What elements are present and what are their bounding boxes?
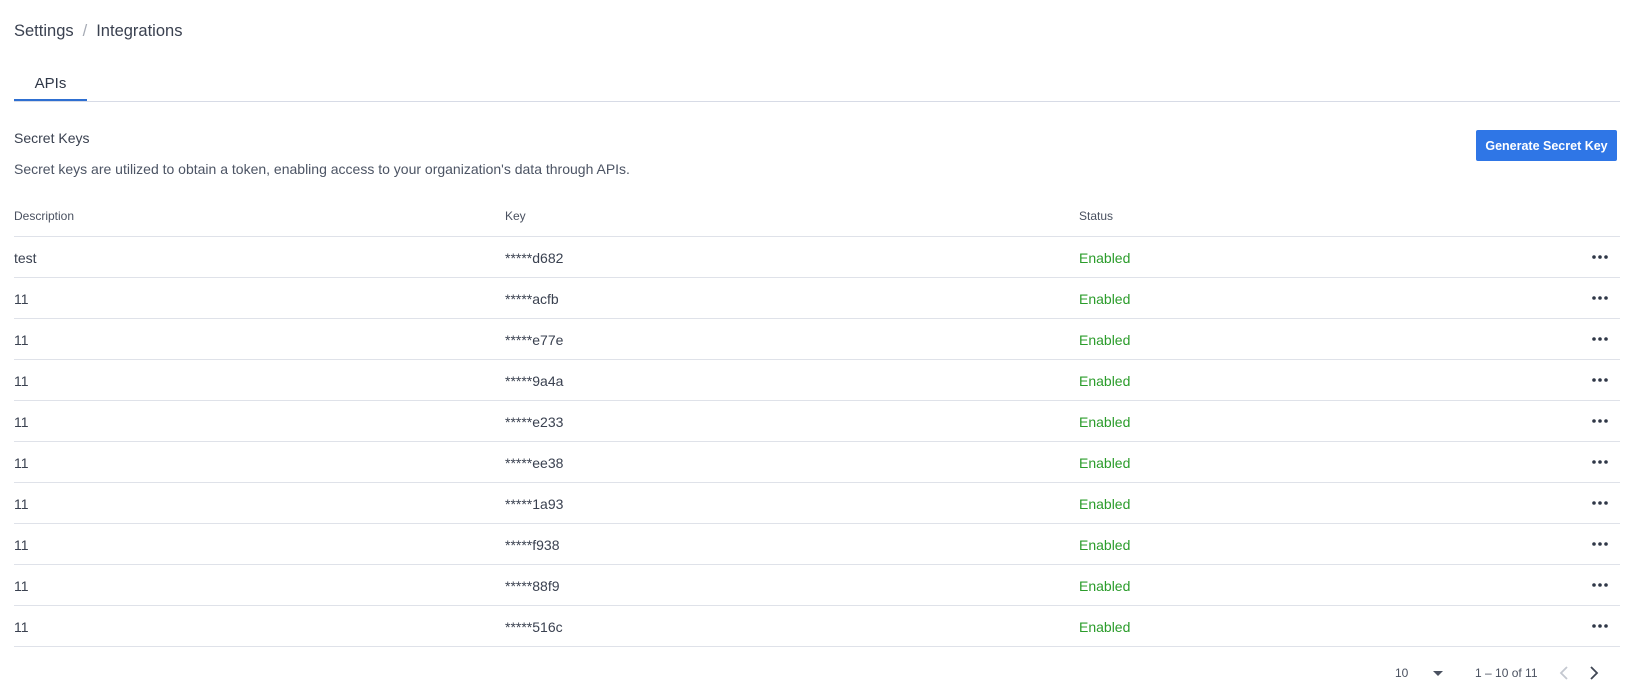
section-description: Secret keys are utilized to obtain a tok… xyxy=(14,161,630,177)
cell-key: *****88f9 xyxy=(505,578,560,594)
table-row: 11 *****e233 Enabled xyxy=(14,401,1620,442)
cell-description: 11 xyxy=(14,496,29,512)
cell-description: 11 xyxy=(14,537,29,553)
breadcrumb-separator: / xyxy=(82,22,88,40)
more-horizontal-icon[interactable] xyxy=(1590,372,1610,388)
table-row: 11 *****516c Enabled xyxy=(14,606,1620,647)
cell-key: *****acfb xyxy=(505,291,559,307)
integrations-page: Settings / Integrations APIs Secret Keys… xyxy=(0,0,1634,695)
cell-description: 11 xyxy=(14,619,29,635)
cell-description: 11 xyxy=(14,414,29,430)
table-body: test *****d682 Enabled 11 *****acfb Enabled 11… xyxy=(14,237,1620,647)
chevron-left-icon[interactable] xyxy=(1556,664,1574,682)
chevron-right-icon[interactable] xyxy=(1584,664,1602,682)
secret-keys-table: Description Key Status test *****d682 Enab… xyxy=(14,196,1620,647)
pagination: 10 1 – 10 of 11 xyxy=(0,664,1634,688)
cell-key: *****ee38 xyxy=(505,455,564,471)
table-header: Description Key Status xyxy=(14,196,1620,237)
cell-key: *****9a4a xyxy=(505,373,564,389)
more-horizontal-icon[interactable] xyxy=(1590,495,1610,511)
header-description: Description xyxy=(14,209,75,223)
cell-description: 11 xyxy=(14,455,29,471)
more-horizontal-icon[interactable] xyxy=(1590,249,1610,265)
table-row: 11 *****acfb Enabled xyxy=(14,278,1620,319)
cell-key: *****e77e xyxy=(505,332,564,348)
breadcrumb-item-integrations: Integrations xyxy=(96,22,183,40)
breadcrumb: Settings / Integrations xyxy=(14,22,182,41)
caret-down-icon xyxy=(1433,671,1443,676)
cell-status: Enabled xyxy=(1079,332,1131,348)
more-horizontal-icon[interactable] xyxy=(1590,577,1610,593)
table-row: 11 *****1a93 Enabled xyxy=(14,483,1620,524)
breadcrumb-item-settings[interactable]: Settings xyxy=(14,22,74,41)
page-size-select[interactable]: 10 xyxy=(1395,666,1445,684)
more-horizontal-icon[interactable] xyxy=(1590,618,1610,634)
header-status: Status xyxy=(1079,209,1114,223)
more-horizontal-icon[interactable] xyxy=(1590,290,1610,306)
cell-status: Enabled xyxy=(1079,373,1131,389)
tab-bar: APIs xyxy=(14,74,1620,102)
cell-status: Enabled xyxy=(1079,250,1131,266)
table-row: test *****d682 Enabled xyxy=(14,237,1620,278)
cell-description: 11 xyxy=(14,578,29,594)
cell-description: test xyxy=(14,250,37,266)
more-horizontal-icon[interactable] xyxy=(1590,536,1610,552)
cell-description: 11 xyxy=(14,332,29,348)
table-row: 11 *****88f9 Enabled xyxy=(14,565,1620,606)
cell-status: Enabled xyxy=(1079,578,1131,594)
cell-key: *****1a93 xyxy=(505,496,564,512)
cell-status: Enabled xyxy=(1079,537,1131,553)
page-size-value: 10 xyxy=(1395,666,1409,680)
pagination-range: 1 – 10 of 11 xyxy=(1475,666,1538,680)
cell-key: *****f938 xyxy=(505,537,560,553)
cell-description: 11 xyxy=(14,291,29,307)
cell-key: *****e233 xyxy=(505,414,564,430)
more-horizontal-icon[interactable] xyxy=(1590,331,1610,347)
cell-status: Enabled xyxy=(1079,619,1131,635)
cell-status: Enabled xyxy=(1079,291,1131,307)
more-horizontal-icon[interactable] xyxy=(1590,454,1610,470)
table-row: 11 *****f938 Enabled xyxy=(14,524,1620,565)
table-row: 11 *****e77e Enabled xyxy=(14,319,1620,360)
cell-key: *****516c xyxy=(505,619,563,635)
cell-description: 11 xyxy=(14,373,29,389)
cell-status: Enabled xyxy=(1079,414,1131,430)
tab-apis[interactable]: APIs xyxy=(14,74,87,101)
table-row: 11 *****ee38 Enabled xyxy=(14,442,1620,483)
cell-status: Enabled xyxy=(1079,496,1131,512)
cell-key: *****d682 xyxy=(505,250,564,266)
more-horizontal-icon[interactable] xyxy=(1590,413,1610,429)
table-row: 11 *****9a4a Enabled xyxy=(14,360,1620,401)
cell-status: Enabled xyxy=(1079,455,1131,471)
header-key: Key xyxy=(505,209,526,223)
generate-secret-key-button[interactable]: Generate Secret Key xyxy=(1476,130,1617,161)
section-title: Secret Keys xyxy=(14,130,90,146)
